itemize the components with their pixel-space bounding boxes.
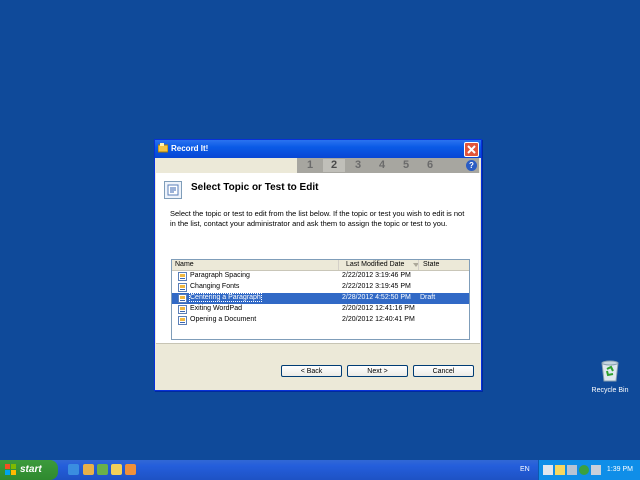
topic-list-icon bbox=[164, 181, 182, 199]
start-label: start bbox=[20, 464, 42, 475]
folder-icon[interactable] bbox=[111, 464, 122, 475]
topic-icon bbox=[178, 283, 187, 292]
topic-icon bbox=[178, 294, 187, 303]
tray-settings-icon[interactable] bbox=[567, 465, 577, 475]
media-player-icon[interactable] bbox=[125, 464, 136, 475]
language-indicator[interactable]: EN bbox=[520, 466, 530, 473]
step-2: 2 bbox=[323, 159, 345, 172]
title-bar[interactable]: Record It! bbox=[155, 140, 481, 158]
taskbar: start EN 1:39 PM bbox=[0, 460, 640, 480]
step-1: 1 bbox=[306, 159, 314, 171]
list-item[interactable]: Changing Fonts 2/22/2012 3:19:45 PM bbox=[172, 282, 469, 293]
topic-icon bbox=[178, 272, 187, 281]
step-4: 4 bbox=[378, 159, 386, 171]
list-header: Name Last Modified Date State bbox=[172, 260, 469, 271]
app-icon bbox=[158, 143, 168, 153]
step-bar: 1 2 3 4 5 6 ? bbox=[156, 158, 480, 173]
list-item[interactable]: Exiting WordPad 2/20/2012 12:41:16 PM bbox=[172, 304, 469, 315]
start-button[interactable]: start bbox=[0, 460, 58, 480]
close-icon bbox=[467, 145, 476, 154]
back-button[interactable]: < Back bbox=[281, 365, 342, 377]
security-icon[interactable] bbox=[579, 465, 589, 475]
record-it-window: Record It! 1 2 3 4 5 6 ? Select Topic or… bbox=[154, 139, 482, 391]
page-title: Select Topic or Test to Edit bbox=[191, 182, 319, 193]
step-5: 5 bbox=[402, 159, 410, 171]
button-bar: < Back Next > Cancel bbox=[156, 343, 480, 390]
topic-icon bbox=[178, 316, 187, 325]
windows-flag-icon bbox=[5, 464, 16, 475]
recycle-bin-icon bbox=[601, 360, 619, 382]
window-title: Record It! bbox=[171, 144, 209, 153]
close-button[interactable] bbox=[464, 142, 479, 157]
topic-icon bbox=[178, 305, 187, 314]
step-3: 3 bbox=[354, 159, 362, 171]
cancel-button[interactable]: Cancel bbox=[413, 365, 474, 377]
system-tray: 1:39 PM bbox=[538, 460, 640, 480]
clock[interactable]: 1:39 PM bbox=[607, 466, 633, 473]
step-6: 6 bbox=[426, 159, 434, 171]
column-last-modified[interactable]: Last Modified Date bbox=[346, 261, 404, 268]
network-icon[interactable] bbox=[543, 465, 553, 475]
step-indicator: 1 2 3 4 5 6 ? bbox=[297, 158, 479, 173]
topic-list[interactable]: Name Last Modified Date State Paragraph … bbox=[171, 259, 470, 340]
recycle-bin-label: Recycle Bin bbox=[591, 387, 629, 394]
tray-app-icon[interactable] bbox=[555, 465, 565, 475]
instructions-text: Select the topic or test to edit from th… bbox=[170, 209, 465, 228]
volume-icon[interactable] bbox=[591, 465, 601, 475]
content-panel: Select Topic or Test to Edit Select the … bbox=[156, 173, 480, 343]
internet-explorer-icon[interactable] bbox=[68, 464, 79, 475]
help-icon[interactable]: ? bbox=[466, 160, 477, 171]
list-item[interactable]: Paragraph Spacing 2/22/2012 3:19:46 PM bbox=[172, 271, 469, 282]
list-item[interactable]: Opening a Document 2/20/2012 12:40:41 PM bbox=[172, 315, 469, 326]
list-item-selected[interactable]: Centering a Paragraph 2/28/2012 4:52:50 … bbox=[172, 293, 469, 304]
quicklaunch-tools-icon[interactable] bbox=[83, 464, 94, 475]
column-name[interactable]: Name bbox=[175, 261, 194, 268]
next-button[interactable]: Next > bbox=[347, 365, 408, 377]
column-state[interactable]: State bbox=[423, 261, 439, 268]
recycle-bin[interactable]: Recycle Bin bbox=[588, 358, 632, 394]
quicklaunch-app-icon[interactable] bbox=[97, 464, 108, 475]
